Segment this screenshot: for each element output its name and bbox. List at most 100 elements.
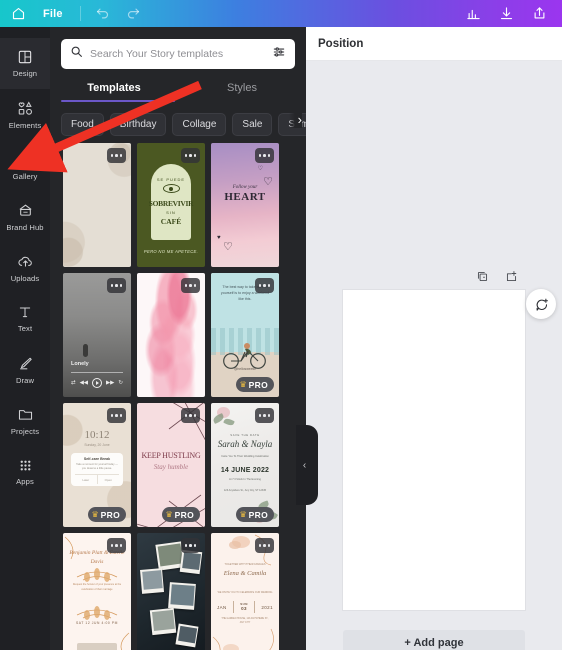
- comment-plus-icon[interactable]: [526, 289, 556, 319]
- search-box[interactable]: [61, 39, 295, 69]
- template-text: At 7 O'clock In The Evening: [229, 478, 261, 481]
- polaroid-photo: [140, 568, 164, 594]
- page-tools: [476, 270, 518, 283]
- tab-styles[interactable]: Styles: [178, 82, 306, 102]
- template-text: HEART: [224, 191, 266, 203]
- template-card[interactable]: Benjamin Platt & Estelle Davis Request t…: [63, 533, 131, 650]
- template-card[interactable]: The best way to take care of yourself is…: [211, 273, 279, 397]
- crown-icon: ♛: [239, 379, 247, 389]
- template-text: Open: [104, 477, 112, 482]
- progress-bar: [71, 371, 123, 373]
- template-text: 123 Anywhere St., Any City, ST 12345: [223, 489, 267, 492]
- duplicate-page-icon[interactable]: [476, 270, 489, 283]
- sidebar-label: Elements: [8, 120, 42, 130]
- pro-badge: ♛ PRO: [235, 377, 274, 392]
- editor-area: Position + Add page: [306, 27, 562, 650]
- sidebar-item-projects[interactable]: Projects: [0, 395, 50, 446]
- top-toolbar: File: [0, 0, 562, 27]
- more-dots-icon[interactable]: [107, 538, 126, 553]
- template-card[interactable]: [137, 533, 205, 650]
- template-text: Invite You To Their Wedding Celebration: [221, 455, 269, 458]
- undo-icon[interactable]: [95, 6, 110, 21]
- polaroid-photo: [175, 623, 199, 647]
- chip-sale[interactable]: Sale: [232, 112, 273, 136]
- more-dots-icon[interactable]: [255, 278, 274, 293]
- more-dots-icon[interactable]: [181, 278, 200, 293]
- canva-editor-screen: File Design Elements Gallery Brand Hub U…: [0, 0, 562, 650]
- sidebar-label: Brand Hub: [6, 222, 44, 232]
- templates-panel: Templates Styles Food Birthday Collage S…: [50, 27, 306, 650]
- more-dots-icon[interactable]: [255, 408, 274, 423]
- position-button[interactable]: Position: [318, 38, 363, 50]
- template-card[interactable]: ♡ ♡ ♥ ♡ Follow your HEART: [211, 143, 279, 267]
- sidebar-item-brand-hub[interactable]: Brand Hub: [0, 191, 50, 242]
- collapse-panel-handle[interactable]: ‹: [296, 425, 318, 505]
- chip-birthday[interactable]: Birthday: [109, 112, 167, 136]
- more-dots-icon[interactable]: [255, 538, 274, 553]
- sidebar-item-design[interactable]: Design: [0, 38, 50, 89]
- template-text: 14 JUNE 2022: [220, 467, 270, 474]
- sidebar-item-apps[interactable]: Apps: [0, 446, 50, 497]
- template-card[interactable]: Lonely ⇄ ◀◀ ▶▶ ↻: [63, 273, 131, 397]
- template-text: 2021: [261, 604, 273, 610]
- more-dots-icon[interactable]: [181, 148, 200, 163]
- category-chips: Food Birthday Collage Sale Summer ›: [50, 102, 306, 137]
- bar-chart-icon[interactable]: [466, 6, 481, 21]
- template-text: 03: [241, 606, 247, 612]
- template-card[interactable]: [63, 143, 131, 267]
- template-card[interactable]: 10:12 Sunday, 20 June Self-care Break Ta…: [63, 403, 131, 527]
- heart-icon: ♡: [257, 166, 263, 172]
- notification-card: Self-care Break Take a moment for yourse…: [71, 453, 123, 487]
- crown-icon: ♛: [239, 509, 247, 519]
- add-page-icon[interactable]: [505, 270, 518, 283]
- search-input[interactable]: [90, 48, 265, 60]
- tab-templates[interactable]: Templates: [50, 82, 178, 102]
- template-text: Sunday, 20 June: [84, 443, 110, 447]
- sidebar-item-uploads[interactable]: Uploads: [0, 242, 50, 293]
- sidebar-item-text[interactable]: Text: [0, 293, 50, 344]
- template-text: Self-care Break: [83, 457, 111, 461]
- template-card[interactable]: TOGETHER WITH THEIR FAMILIES Elena & Cam…: [211, 533, 279, 650]
- file-menu-button[interactable]: File: [43, 8, 63, 20]
- heart-icon: ♥: [217, 235, 221, 241]
- share-icon[interactable]: [532, 6, 547, 21]
- template-art: [83, 343, 89, 357]
- sidebar-item-draw[interactable]: Draw: [0, 344, 50, 395]
- template-card[interactable]: KEEP HUSTLING Stay humble ♛ PRO: [137, 403, 205, 527]
- chevron-left-icon: ‹: [302, 459, 307, 471]
- download-icon[interactable]: [499, 6, 514, 21]
- template-card[interactable]: [137, 273, 205, 397]
- template-text: Later: [75, 475, 98, 485]
- pro-label: PRO: [174, 509, 194, 520]
- template-text: WE INVITE YOU TO CELEBRATE OUR WEDDING: [217, 591, 273, 594]
- home-icon[interactable]: [11, 6, 26, 21]
- template-text: Follow your: [232, 185, 258, 190]
- sidebar-label: Uploads: [10, 273, 40, 283]
- more-dots-icon[interactable]: [107, 278, 126, 293]
- more-dots-icon[interactable]: [255, 148, 274, 163]
- crown-icon: ♛: [165, 509, 173, 519]
- template-text: JAN: [217, 604, 227, 610]
- template-card[interactable]: SAVE THE DATE Sarah & Nayla Invite You T…: [211, 403, 279, 527]
- add-page-button[interactable]: + Add page: [343, 630, 525, 650]
- chip-food[interactable]: Food: [61, 112, 104, 136]
- template-card[interactable]: SE PUEDE SOBREVIVIR SIN CAFÉ PERO NO ME …: [137, 143, 205, 267]
- more-dots-icon[interactable]: [181, 538, 200, 553]
- crown-icon: ♛: [91, 509, 99, 519]
- chevron-right-icon[interactable]: ›: [288, 112, 302, 128]
- chip-collage[interactable]: Collage: [172, 112, 227, 136]
- template-text: Take a moment for yourself today — you d…: [76, 463, 118, 471]
- sidebar-item-gallery[interactable]: Gallery: [0, 140, 50, 191]
- more-dots-icon[interactable]: [107, 148, 126, 163]
- more-dots-icon[interactable]: [181, 408, 200, 423]
- canvas-page[interactable]: [343, 290, 525, 610]
- sidebar-label: Text: [17, 324, 33, 333]
- pro-label: PRO: [248, 509, 268, 520]
- polaroid-photo: [179, 549, 203, 574]
- more-dots-icon[interactable]: [107, 408, 126, 423]
- redo-icon[interactable]: [126, 6, 141, 21]
- shuffle-icon: ⇄: [71, 380, 76, 386]
- sliders-icon[interactable]: [272, 45, 286, 64]
- template-text: CAFÉ: [160, 217, 182, 226]
- sidebar-item-elements[interactable]: Elements: [0, 89, 50, 140]
